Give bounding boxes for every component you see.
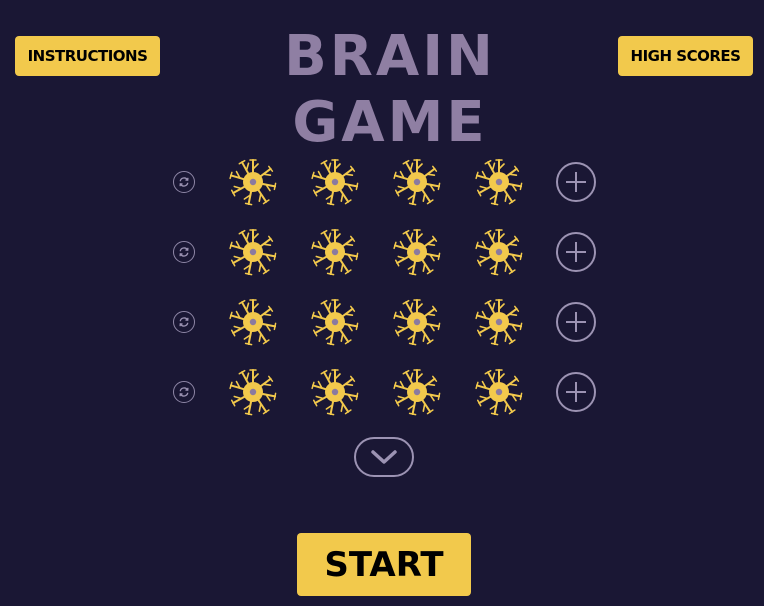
neuron-icon[interactable] [226,365,280,419]
row-refresh-button[interactable] [173,241,195,263]
add-neuron-button[interactable] [556,232,596,272]
refresh-icon [179,317,189,327]
instructions-button[interactable]: INSTRUCTIONS [15,36,160,76]
add-neuron-button[interactable] [556,372,596,412]
refresh-icon [179,387,189,397]
row-refresh-button[interactable] [173,381,195,403]
plus-icon [566,172,586,192]
neuron-icon[interactable] [308,295,362,349]
neuron-icon[interactable] [226,295,280,349]
neuron-icon[interactable] [472,225,526,279]
chevron-down-icon [371,450,397,464]
refresh-icon [179,247,189,257]
neuron-icon[interactable] [308,155,362,209]
add-neuron-button[interactable] [556,162,596,202]
row-refresh-button[interactable] [173,311,195,333]
neuron-icon[interactable] [308,365,362,419]
neuron-icon[interactable] [390,155,444,209]
neuron-icon[interactable] [390,225,444,279]
neuron-icon[interactable] [226,155,280,209]
neuron-icon[interactable] [308,225,362,279]
expand-button[interactable] [354,437,414,477]
high-scores-button[interactable]: HIGH SCORES [618,36,753,76]
page-title: BRAIN GAME [284,24,496,155]
neuron-icon[interactable] [472,155,526,209]
start-button[interactable]: START [297,533,471,596]
neuron-icon[interactable] [226,225,280,279]
row-refresh-button[interactable] [173,171,195,193]
plus-icon [566,242,586,262]
plus-icon [566,312,586,332]
add-neuron-button[interactable] [556,302,596,342]
plus-icon [566,382,586,402]
neuron-icon[interactable] [472,365,526,419]
refresh-icon [179,177,189,187]
neuron-icon[interactable] [390,295,444,349]
neuron-icon[interactable] [390,365,444,419]
neuron-icon[interactable] [472,295,526,349]
